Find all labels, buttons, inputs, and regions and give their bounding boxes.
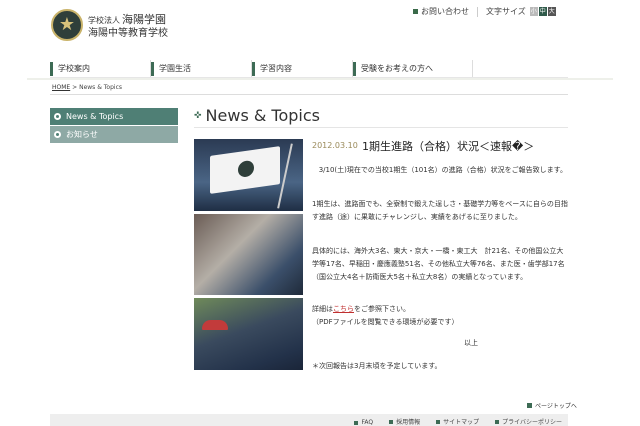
star-icon: ★	[58, 14, 76, 35]
breadcrumb-home-link[interactable]: HOME	[52, 84, 70, 91]
article-paragraph: 1期生は、進路面でも、全寮制で鍛えた逞しさ・基礎学力等をベースに自らの目指す進路…	[312, 200, 568, 221]
arrow-up-icon	[527, 403, 532, 408]
details-suffix: をご参照下さい。	[354, 305, 410, 313]
nav-item-admissions[interactable]: 受験をお考えの方へ	[353, 60, 473, 77]
font-size-small-button[interactable]: 小	[529, 7, 538, 16]
nav-marker	[151, 61, 154, 76]
details-link[interactable]: こちら	[333, 305, 354, 313]
breadcrumb: HOME > News & Topics	[52, 84, 122, 91]
flag	[210, 146, 280, 194]
footer-link-sitemap[interactable]: サイトマップ	[436, 417, 479, 426]
page-top-link[interactable]: ページトップへ	[527, 401, 577, 410]
sidebar: News & Topics お知らせ	[50, 108, 178, 144]
breadcrumb-separator: >	[72, 84, 78, 91]
font-size-medium-button[interactable]: 中	[538, 7, 547, 16]
next-report-note: ＊次回報告は3月末頃を予定しています。	[312, 362, 442, 370]
nav-item-curriculum[interactable]: 学習内容	[252, 60, 353, 77]
school-logo[interactable]: ★	[51, 9, 83, 41]
nav-marker	[252, 61, 255, 76]
footer-link-faq[interactable]: FAQ	[354, 419, 373, 426]
nav-item-school-guide[interactable]: 学校案内	[50, 60, 151, 77]
closing-text: 以上	[464, 339, 478, 347]
emblem	[238, 159, 254, 178]
school-corp-name: 海陽学園	[122, 13, 166, 26]
font-size-large-button[interactable]: 大	[547, 7, 556, 16]
footer: FAQ 採用情報 サイトマップ プライバシーポリシー	[50, 414, 568, 426]
divider	[50, 94, 568, 95]
contact-icon	[413, 9, 418, 14]
nav-label: 受験をお考えの方へ	[361, 64, 433, 73]
photo-students-outdoor	[194, 298, 303, 370]
divider	[477, 6, 478, 17]
sidebar-item-label: お知らせ	[66, 130, 98, 139]
nav-label: 学校案内	[58, 64, 90, 73]
sidebar-item-label: News & Topics	[66, 112, 124, 121]
school-name: 海陽中等教育学校	[88, 28, 168, 39]
footer-link-recruit[interactable]: 採用情報	[389, 417, 420, 426]
breadcrumb-current: News & Topics	[79, 84, 123, 91]
nav-label: 学習内容	[260, 64, 292, 73]
article-date: 2012.03.10	[312, 141, 358, 150]
umbrella	[202, 320, 228, 330]
details-prefix: 詳細は	[312, 305, 333, 313]
contact-link[interactable]: お問い合わせ	[421, 6, 469, 17]
nav-label: 学園生活	[159, 64, 191, 73]
school-corp: 学校法人	[88, 16, 120, 25]
photo-students-results	[194, 214, 303, 295]
article-paragraph: 具体的には、海外大3名、東大・京大・一橋・東工大 計21名、その他国公立大学等1…	[312, 247, 565, 281]
paragraph-text: 3/10(土)現在での当校1期生（101名）の進路（合格）状況をご報告致します。	[318, 166, 567, 174]
nav-marker	[50, 61, 53, 76]
divider	[194, 127, 568, 128]
page-title-text: News & Topics	[205, 106, 321, 125]
pdf-note: （PDFファイルを閲覧できる環境が必要です）	[312, 318, 459, 326]
photo-school-flag	[194, 139, 303, 211]
article-paragraph-details: 詳細はこちらをご参照下さい。 （PDFファイルを閲覧できる環境が必要です）	[312, 303, 568, 329]
bullet-icon	[54, 113, 61, 120]
footer-link-label: サイトマップ	[443, 419, 480, 426]
global-nav: 学校案内 学園生活 学習内容 受験をお考えの方へ	[50, 60, 568, 78]
nav-marker	[353, 61, 356, 76]
footer-link-privacy[interactable]: プライバシーポリシー	[495, 417, 562, 426]
school-name-block[interactable]: 学校法人 海陽学園 海陽中等教育学校	[88, 14, 168, 40]
footer-link-label: 採用情報	[396, 419, 421, 426]
font-size-selector: 小 中 大	[529, 7, 556, 16]
font-size-label: 文字サイズ	[486, 7, 526, 16]
arrow-icon	[354, 420, 359, 425]
sidebar-item-notices[interactable]: お知らせ	[50, 126, 178, 143]
nav-item-campus-life[interactable]: 学園生活	[151, 60, 252, 77]
arrow-icon	[389, 419, 394, 424]
top-utility-bar: お問い合わせ 文字サイズ 小 中 大	[413, 6, 556, 17]
article-headline: 1期生進路（合格）状況＜速報�＞	[362, 140, 535, 153]
bullet-icon	[54, 131, 61, 138]
diamond-icon: ✜	[194, 110, 202, 121]
sidebar-item-news-topics[interactable]: News & Topics	[50, 108, 178, 125]
footer-link-label: プライバシーポリシー	[502, 419, 562, 426]
nav-underline	[27, 78, 613, 80]
footer-link-label: FAQ	[361, 419, 374, 426]
page-title: ✜ News & Topics	[194, 106, 320, 125]
article-paragraph: 3/10(土)現在での当校1期生（101名）の進路（合格）状況をご報告致します。	[312, 164, 568, 177]
arrow-icon	[495, 419, 500, 424]
page-top-label: ページトップへ	[535, 403, 577, 410]
arrow-icon	[436, 419, 441, 424]
